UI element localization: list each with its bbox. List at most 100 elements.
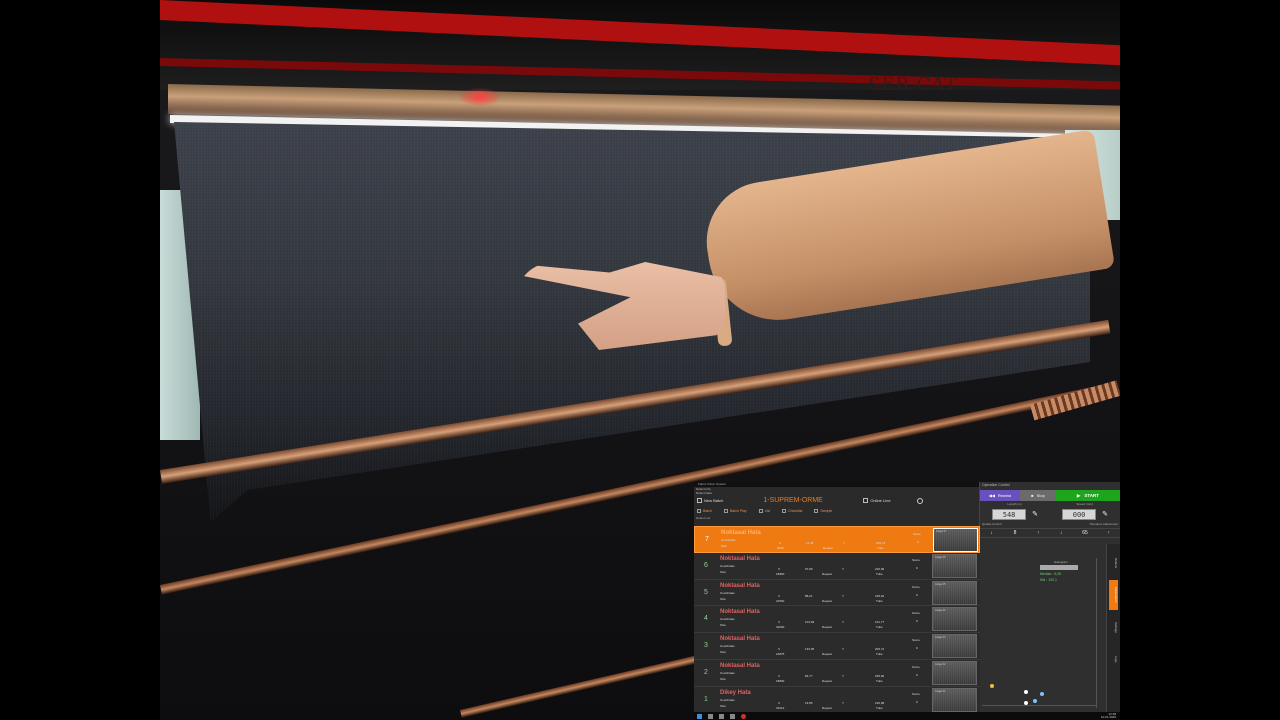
y-label: Y (842, 620, 845, 625)
plot-point (1024, 690, 1028, 694)
thumbnail-label: Image 07 (936, 530, 947, 533)
side-tab[interactable]: Settings (1109, 612, 1118, 642)
y-value: 190,98 (875, 700, 885, 705)
y-label: Y (842, 673, 845, 678)
defect-row[interactable]: 5 Noktasal Hata Coordinate Size X 88,21 Y 218,9… (694, 579, 980, 607)
control-header: Operation Control (982, 483, 1010, 487)
checklist-tool[interactable]: Checklist (782, 509, 802, 513)
defect-thumbnail[interactable]: Image 03 (932, 634, 977, 659)
list-icon (758, 509, 763, 513)
sample-tool[interactable]: Sample (814, 509, 832, 513)
size-value: 18800 (776, 571, 785, 576)
list-tool[interactable]: List (758, 509, 770, 513)
thumbnail-label: Image 06 (935, 555, 946, 559)
size-value: 33412 (776, 705, 785, 710)
defect-thumbnail[interactable]: Image 06 (932, 553, 977, 578)
machine-screw-rod (1030, 380, 1120, 421)
os-taskbar: 12:38 10.01.2020 (694, 712, 1120, 720)
arrow-up-icon[interactable]: ↑ (1108, 530, 1111, 536)
new-batch-button[interactable]: New Batch (697, 498, 723, 503)
side-tab-active[interactable]: Parameters (1109, 580, 1118, 610)
defect-thumbnail[interactable]: Image 02 (932, 660, 977, 685)
defect-scatter-plot: Histogram Median : 5,00 Std : 192,1 (980, 558, 1106, 710)
score-label: Score (912, 611, 920, 616)
arrow-down-icon[interactable]: ↓ (1060, 530, 1063, 536)
plot-axis (1096, 558, 1097, 708)
side-tab[interactable]: Defects (1109, 548, 1118, 578)
score-value: 0 (916, 646, 918, 651)
task-view-icon[interactable] (708, 713, 713, 719)
barcode-icon (814, 509, 819, 513)
y-label: Y (842, 566, 845, 571)
repeat-label: Repeat (822, 652, 832, 657)
explorer-icon[interactable] (719, 713, 724, 719)
defect-name: Noktasal Hata (721, 530, 761, 536)
document-icon (697, 498, 702, 503)
defect-thumbnail[interactable]: Image 04 (932, 607, 977, 632)
plot-point (1033, 699, 1037, 703)
size-label: Size (720, 703, 726, 708)
score-label: Score (912, 691, 920, 696)
x-label: X (779, 541, 782, 545)
start-button[interactable]: ▶ START (1056, 490, 1120, 501)
plot-point (990, 684, 994, 688)
size-value: 18800 (776, 678, 785, 683)
defect-thumbnail[interactable]: Image 01 (932, 687, 977, 712)
arrow-down-icon[interactable]: ↓ (990, 530, 993, 536)
defect-number: 2 (704, 668, 708, 676)
size-value: 16875 (776, 652, 785, 657)
score-label: Score (912, 664, 920, 669)
size-value: 22500 (776, 598, 785, 603)
stop-icon: ■ (1031, 493, 1034, 498)
y-label: Y (842, 593, 845, 598)
repeat-label: Repeat (822, 571, 832, 576)
counters: 548 ✎ 000 ✎ (980, 508, 1120, 520)
defect-row[interactable]: 7 Noktasal Hata Coordinate Size X 11,45 Y 205,7… (694, 526, 980, 553)
rewind-icon: ◀◀ (988, 493, 995, 498)
search-icon[interactable] (916, 497, 923, 504)
length-counter: 548 (992, 508, 1027, 520)
size-label: Size (720, 623, 726, 628)
thumbnail-label: Image 04 (935, 609, 946, 613)
online-line-button[interactable]: Online Line (863, 498, 891, 503)
x-value: 97,89 (805, 566, 813, 571)
y-label: Y (843, 541, 846, 545)
arrow-up-icon[interactable]: ↑ (1037, 530, 1040, 536)
batch-tool[interactable]: Batch (697, 509, 712, 513)
x-value: 104,99 (805, 620, 815, 625)
edit-pen-icon[interactable]: ✎ (1102, 510, 1108, 518)
size-label: Size (720, 596, 726, 601)
batch-play-tool[interactable]: Batch Play (723, 509, 747, 513)
repeat-label: Repeat (822, 678, 832, 683)
score-label: Score (912, 584, 920, 589)
size-label: Size (721, 544, 727, 548)
rewind-button[interactable]: ◀◀ Rewind (980, 490, 1020, 501)
defect-row[interactable]: 1 Dikey Hata Coordinate Size X 19,85 Y 190,98 33… (694, 686, 980, 714)
x-value: 19,85 (805, 700, 813, 705)
defect-row[interactable]: 3 Noktasal Hata Coordinate Size X 133,95 Y 205,… (694, 633, 980, 660)
batch-name: 1-SUPREM-ORME (763, 497, 823, 504)
thumbnail-label: Image 03 (935, 636, 946, 640)
record-icon[interactable] (741, 713, 746, 719)
x-label: X (778, 647, 781, 652)
defect-number: 1 (704, 695, 708, 703)
start-menu-icon[interactable] (697, 713, 702, 719)
score-label: Score (913, 532, 921, 536)
edit-pen-icon[interactable]: ✎ (1032, 510, 1038, 518)
defect-thumbnail[interactable]: Image 05 (932, 580, 977, 605)
defect-number: 7 (705, 536, 709, 543)
x-label: X (778, 593, 781, 598)
defect-thumbnail[interactable]: Image 07 (933, 528, 978, 552)
score-value: 0 (916, 592, 918, 597)
x-value: 133,95 (805, 647, 815, 652)
x-label: X (778, 700, 781, 705)
side-tab[interactable]: Logs (1109, 644, 1118, 674)
x-label: X (778, 673, 781, 678)
defect-row[interactable]: 2 Noktasal Hata Coordinate Size X 84,77 Y 185,9… (694, 659, 980, 687)
stop-button[interactable]: ■ Stop (1020, 490, 1056, 501)
defect-row[interactable]: 4 Noktasal Hata Coordinate Size X 104,99 Y 161,… (694, 606, 980, 634)
defect-row[interactable]: 6 Noktasal Hata Coordinate Size X 97,89 Y 226,9… (694, 552, 980, 580)
app-icon[interactable] (730, 713, 735, 719)
defect-info-panel: Fabric Vision System Defect Info Defect … (694, 482, 980, 714)
x-label: X (778, 620, 781, 625)
